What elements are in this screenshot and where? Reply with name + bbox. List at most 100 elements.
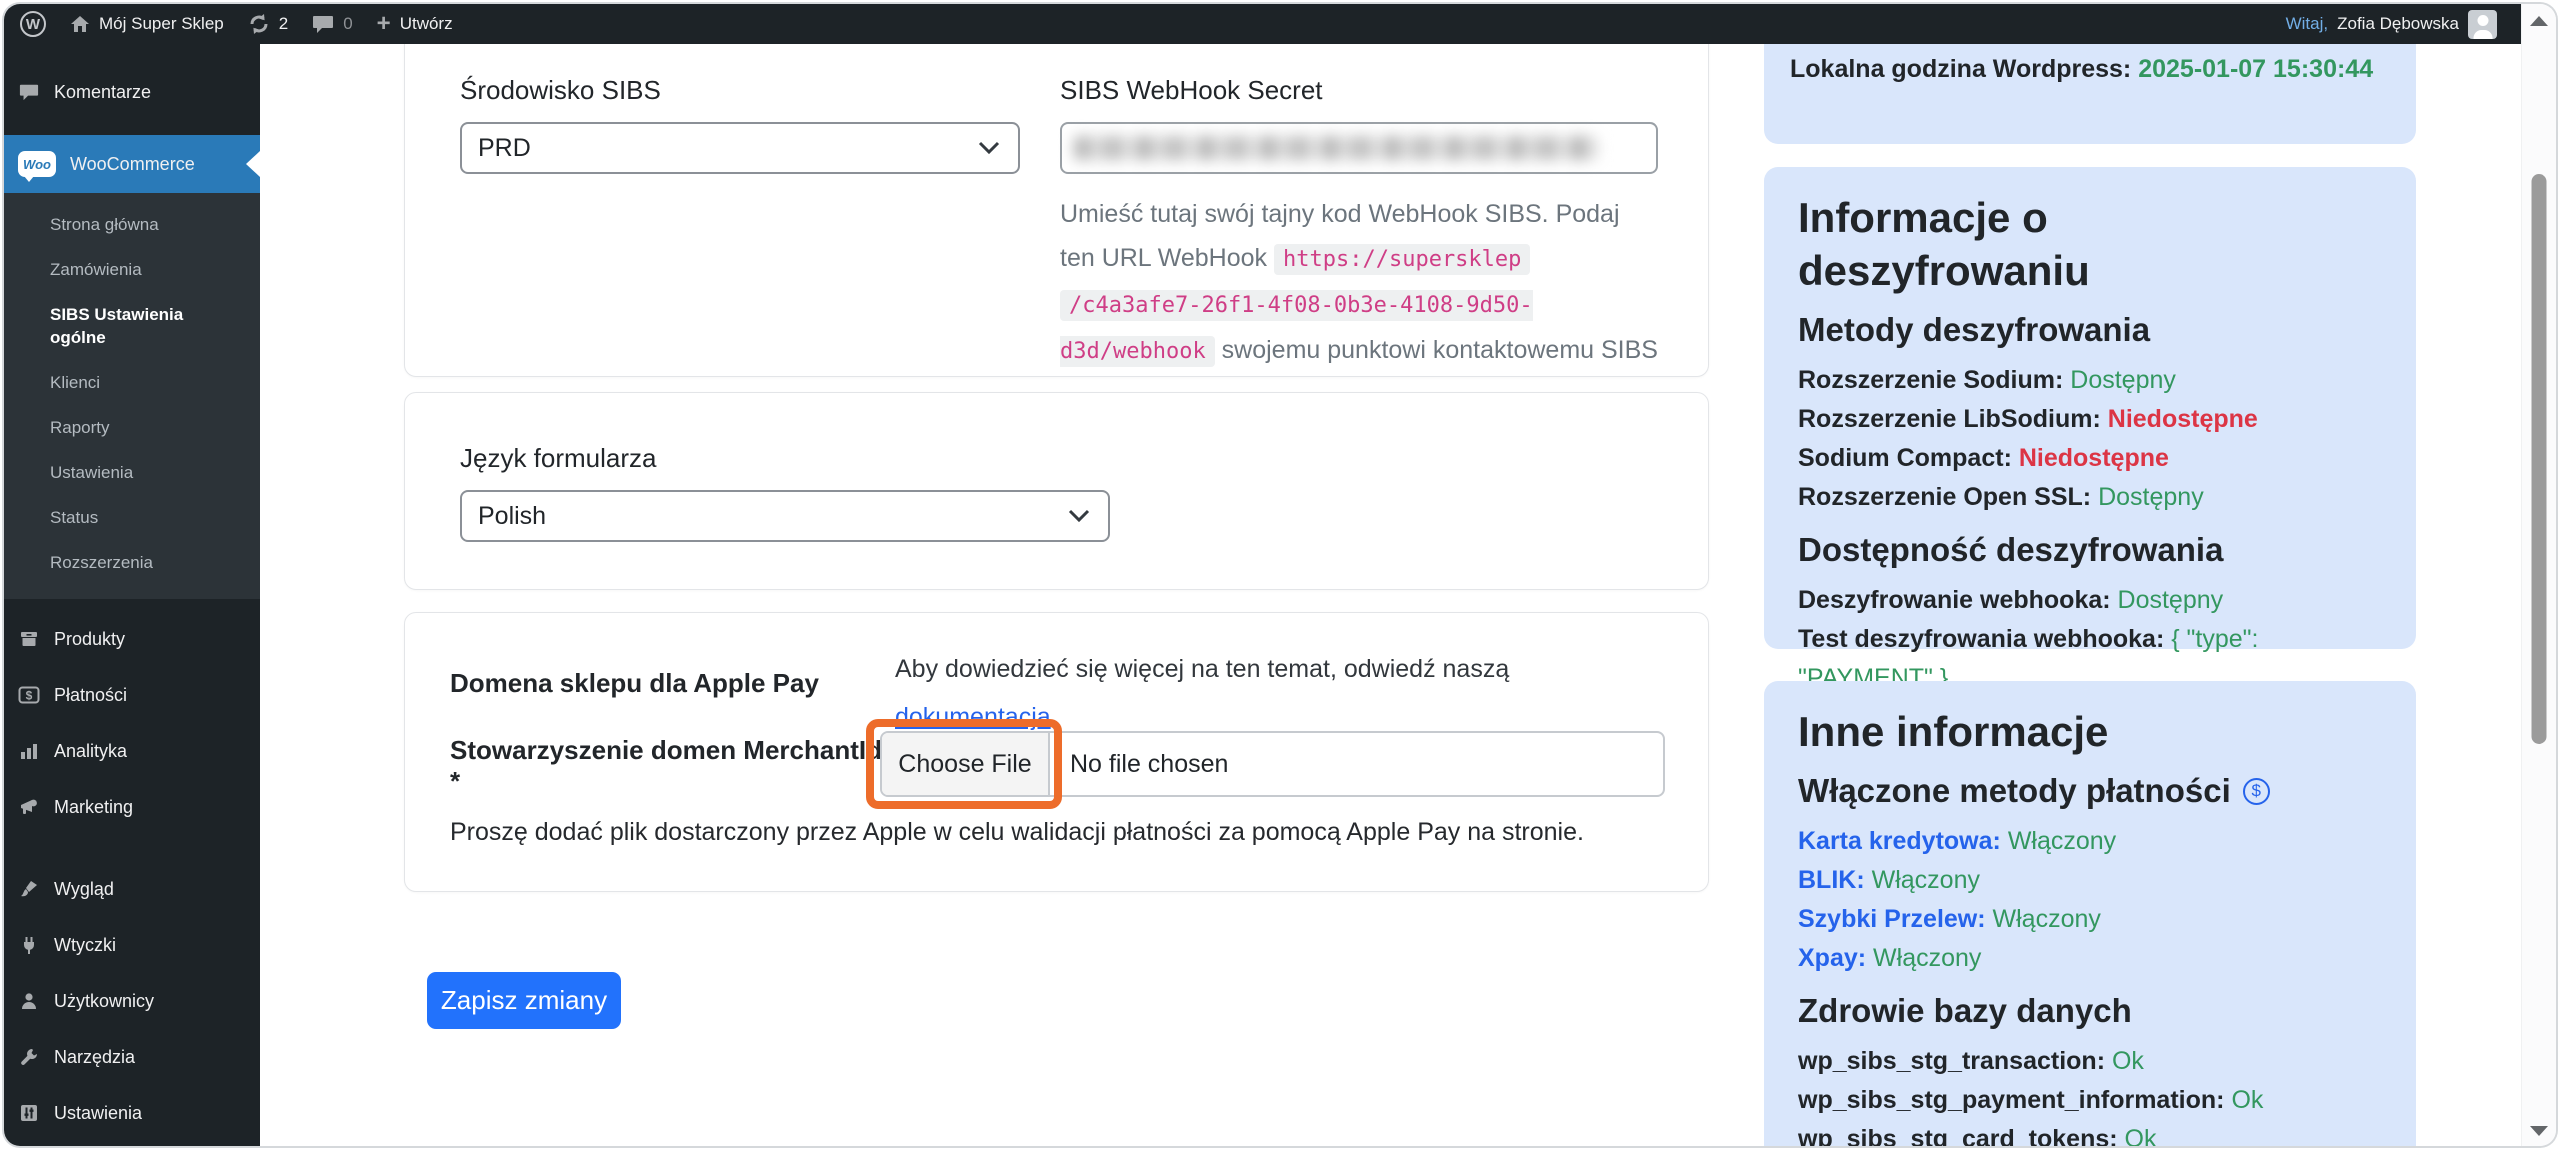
sidebar-item-label: Produkty <box>54 629 125 650</box>
site-name-link[interactable]: Mój Super Sklep <box>70 14 224 34</box>
submenu-item-status[interactable]: Status <box>4 496 260 541</box>
scrollbar-thumb[interactable] <box>2532 174 2547 744</box>
sidebar-item-label: Wygląd <box>54 879 114 900</box>
apple-pay-card: Domena sklepu dla Apple Pay Aby dowiedzi… <box>404 612 1709 892</box>
local-time-label: Lokalna godzina Wordpress: <box>1790 55 2131 83</box>
environment-select[interactable]: PRD <box>460 122 1020 174</box>
sidebar-item-marketing[interactable]: Marketing <box>4 779 260 835</box>
avatar[interactable] <box>2468 10 2497 39</box>
sidebar-item-comments[interactable]: Komentarze <box>4 62 260 122</box>
new-content-label: Utwórz <box>400 14 453 34</box>
active-menu-arrow-icon <box>246 151 260 177</box>
submenu-item-settings[interactable]: Ustawienia <box>4 451 260 496</box>
account-menu[interactable]: Witaj, Zofia Dębowska <box>2286 10 2497 39</box>
status-row: Rozszerzenie Sodium: Dostępny <box>1798 361 2382 400</box>
payment-method-row: Karta kredytowa: Włączony <box>1798 822 2382 861</box>
sidebar-item-users[interactable]: Użytkownicy <box>4 973 260 1029</box>
sidebar-item-label: Narzędzia <box>54 1047 135 1068</box>
status-row: Sodium Compact: Niedostępne <box>1798 439 2382 478</box>
db-table-row: wp_sibs_stg_payment_information: Ok <box>1798 1081 2382 1120</box>
sidebar-item-label: Marketing <box>54 797 133 818</box>
comments-menu[interactable]: 0 <box>312 13 352 35</box>
environment-selected-value: PRD <box>478 134 531 163</box>
submenu-item-customers[interactable]: Klienci <box>4 361 260 406</box>
sidebar-item-payments[interactable]: $ Płatności <box>4 667 260 723</box>
payment-method-row: BLIK: Włączony <box>1798 861 2382 900</box>
decryption-info-panel: Informacje o deszyfrowaniu Metody deszyf… <box>1764 167 2416 649</box>
language-selected-value: Polish <box>478 502 546 531</box>
time-panel: Lokalna godzina Wordpress: 15:30:44 Loka… <box>1764 44 2416 144</box>
appearance-brush-icon <box>18 879 40 899</box>
dollar-circle-icon[interactable]: $ <box>2243 778 2270 805</box>
db-table-row: wp_sibs_stg_transaction: Ok <box>1798 1042 2382 1081</box>
sidebar-item-settings[interactable]: Ustawienia <box>4 1085 260 1141</box>
wordpress-logo-menu[interactable]: W <box>20 11 46 37</box>
chevron-down-icon <box>978 141 1000 155</box>
status-row: Rozszerzenie LibSodium: Niedostępne <box>1798 400 2382 439</box>
updates-icon <box>248 13 270 35</box>
comments-icon <box>18 82 40 102</box>
sidebar-item-tools[interactable]: Narzędzia <box>4 1029 260 1085</box>
payment-method-row: Szybki Przelew: Włączony <box>1798 900 2382 939</box>
environment-label: Środowisko SIBS <box>460 75 1020 106</box>
decryption-panel-title: Informacje o deszyfrowaniu <box>1798 191 2278 297</box>
sidebar-item-plugins[interactable]: Wtyczki <box>4 917 260 973</box>
wp-admin-sidebar: Komentarze Woo WooCommerce Strona główna… <box>4 44 260 1146</box>
webhook-secret-masked-value <box>1074 136 1598 160</box>
scroll-up-arrow-icon[interactable] <box>2530 16 2548 26</box>
sidebar-item-appearance[interactable]: Wygląd <box>4 861 260 917</box>
submenu-item-home[interactable]: Strona główna <box>4 203 260 248</box>
merchantid-association-label: Stowarzyszenie domen MerchantId * <box>450 735 885 797</box>
apple-pay-help: Aby dowiedzieć się więcej na ten temat, … <box>895 645 1535 741</box>
choose-file-button[interactable]: Choose File <box>882 733 1050 795</box>
merchantid-file-input[interactable]: Choose File No file chosen <box>880 731 1665 797</box>
no-file-chosen-text: No file chosen <box>1050 733 1228 795</box>
form-language-card: Język formularza Polish <box>404 392 1709 590</box>
submenu-item-extensions[interactable]: Rozszerzenia <box>4 541 260 586</box>
save-changes-button[interactable]: Zapisz zmiany <box>427 972 621 1029</box>
scroll-down-arrow-icon[interactable] <box>2530 1126 2548 1136</box>
new-content-menu[interactable]: + Utwórz <box>377 12 453 36</box>
greeting-text: Witaj, <box>2286 14 2329 34</box>
enabled-payments-title: Włączone metody płatności $ <box>1798 770 2382 812</box>
marketing-icon <box>18 797 40 817</box>
documentation-link[interactable]: dokumentacja <box>895 703 1051 731</box>
sidebar-item-products[interactable]: Produkty <box>4 611 260 667</box>
plugins-icon <box>18 935 40 955</box>
products-icon <box>18 629 40 649</box>
status-row: Rozszerzenie Open SSL: Dostępny <box>1798 478 2382 517</box>
wordpress-logo-icon: W <box>20 11 46 37</box>
settings-page-content: Środowisko SIBS PRD SIBS WebHook Secret … <box>260 44 2521 1146</box>
submenu-item-reports[interactable]: Raporty <box>4 406 260 451</box>
updates-count: 2 <box>279 14 288 34</box>
db-table-row: wp_sibs_stg_card_tokens: Ok <box>1798 1120 2382 1146</box>
svg-text:$: $ <box>26 689 33 703</box>
plus-icon: + <box>377 12 391 36</box>
other-info-panel: Inne informacje Włączone metody płatnośc… <box>1764 681 2416 1146</box>
browser-scrollbar[interactable] <box>2521 4 2556 1146</box>
sidebar-item-woocommerce[interactable]: Woo WooCommerce <box>4 135 260 193</box>
users-icon <box>18 991 40 1011</box>
comments-count: 0 <box>343 14 352 34</box>
comment-bubble-icon <box>312 13 334 35</box>
webhook-secret-input[interactable] <box>1060 122 1658 174</box>
user-name: Zofia Dębowska <box>2337 14 2459 34</box>
tools-wrench-icon <box>18 1047 40 1067</box>
sidebar-item-analytics[interactable]: Analityka <box>4 723 260 779</box>
sidebar-item-label: Analityka <box>54 741 127 762</box>
updates-menu[interactable]: 2 <box>248 13 288 35</box>
woocommerce-icon: Woo <box>18 151 56 177</box>
submenu-item-sibs-settings[interactable]: SIBS Ustawienia ogólne <box>4 293 226 361</box>
webhook-url-part1: https://supersklep <box>1274 244 1530 275</box>
analytics-icon <box>18 741 40 761</box>
sidebar-item-label: Ustawienia <box>54 1103 142 1124</box>
submenu-item-orders[interactable]: Zamówienia <box>4 248 260 293</box>
apple-pay-domain-label: Domena sklepu dla Apple Pay <box>450 668 880 699</box>
webhook-help-text: Umieść tutaj swój tajny kod WebHook SIBS… <box>1060 192 1658 374</box>
chevron-down-icon <box>1068 509 1090 523</box>
site-name: Mój Super Sklep <box>99 14 224 34</box>
browser-window: W Mój Super Sklep 2 <box>4 4 2556 1146</box>
decryption-availability-title: Dostępność deszyfrowania <box>1798 529 2382 571</box>
required-asterisk: * <box>450 766 460 796</box>
language-select[interactable]: Polish <box>460 490 1110 542</box>
